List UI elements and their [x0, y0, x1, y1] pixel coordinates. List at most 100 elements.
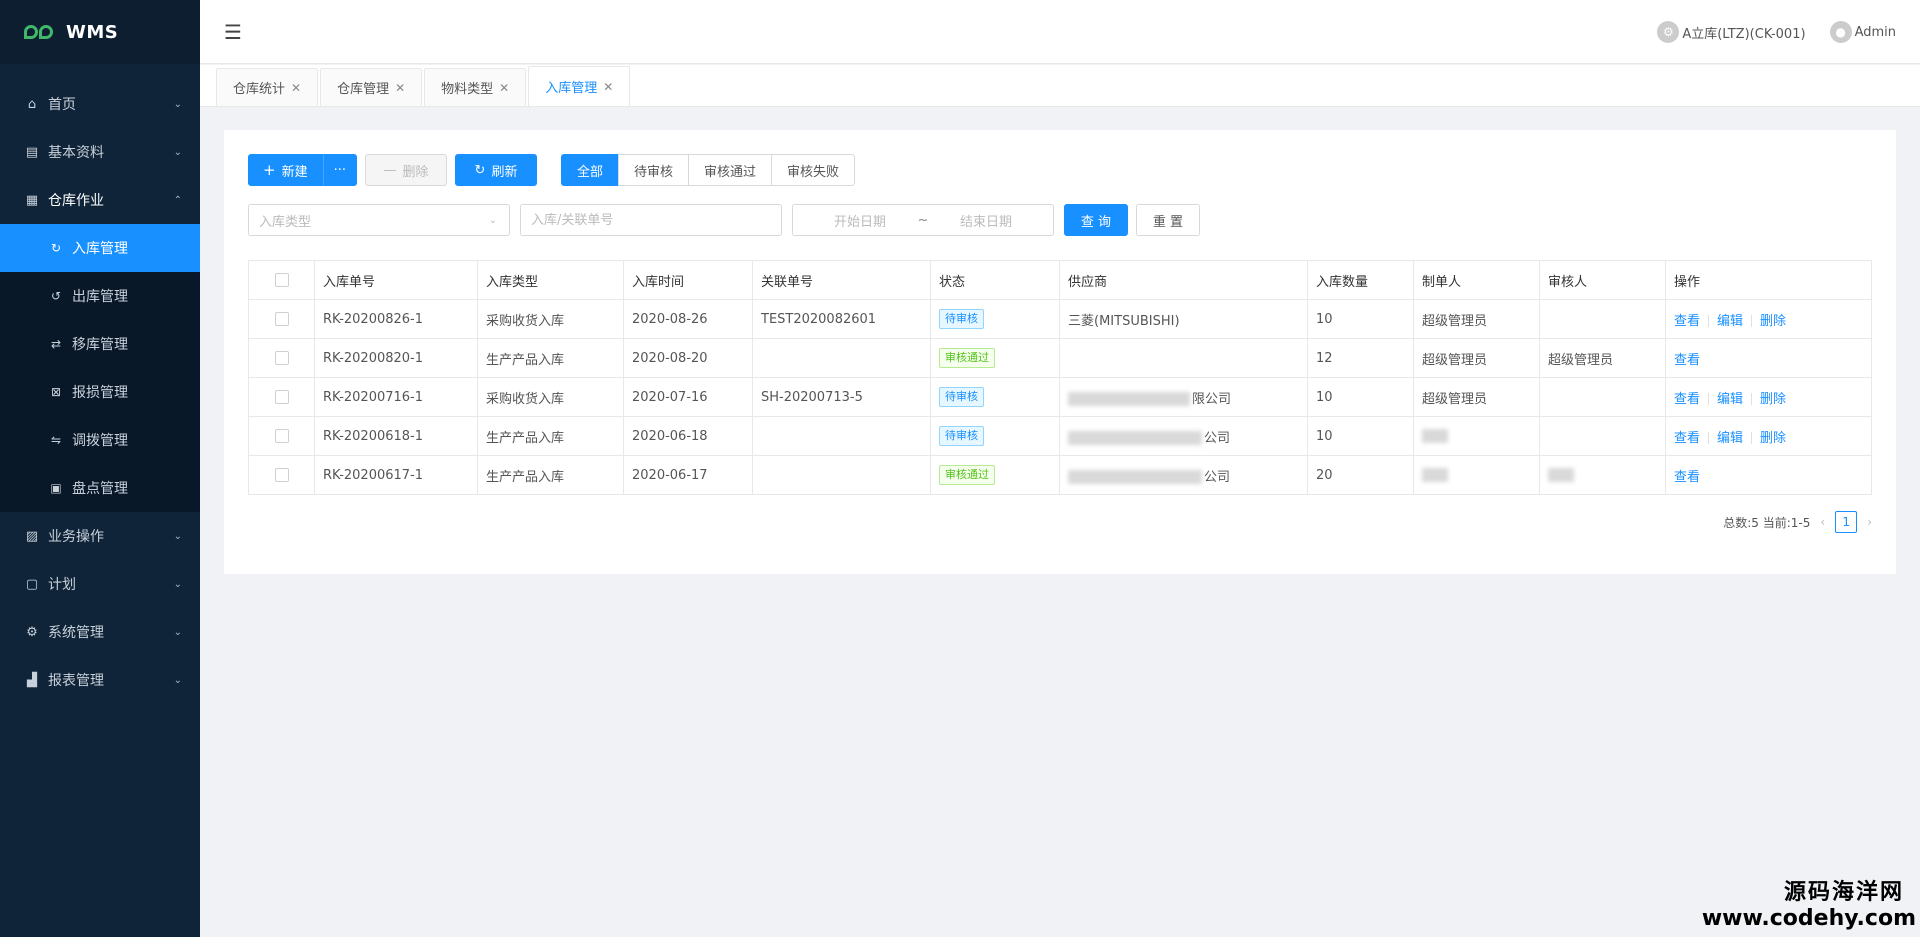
sidebar-item-inventory[interactable]: ▣ 盘点管理	[0, 464, 200, 512]
cell-type: 采购收货入库	[477, 377, 624, 417]
chart-icon: ▟	[27, 672, 37, 688]
menu-collapse-icon[interactable]: ☰	[224, 20, 242, 44]
sidebar-item-label: 基本资料	[48, 145, 104, 161]
refresh-button-label: 刷新	[491, 164, 518, 180]
sidebar-item-transfer[interactable]: ⇄ 移库管理	[0, 320, 200, 368]
sidebar-item-label: 首页	[48, 97, 76, 113]
delete-button[interactable]: — 删除	[365, 154, 447, 186]
damage-icon: ⊠	[50, 385, 62, 399]
close-icon[interactable]: ✕	[603, 80, 613, 94]
page-1-button[interactable]: 1	[1835, 511, 1858, 533]
cell-supplier	[1059, 338, 1308, 378]
tab-material-type[interactable]: 物料类型 ✕	[424, 68, 527, 106]
status-badge: 待审核	[939, 426, 984, 446]
edit-link[interactable]: 编辑	[1717, 392, 1743, 407]
close-icon[interactable]: ✕	[499, 81, 509, 95]
tab-inbound-manage[interactable]: 入库管理 ✕	[528, 66, 631, 106]
sidebar-item-damage[interactable]: ⊠ 报损管理	[0, 368, 200, 416]
inbound-type-select[interactable]: 入库类型 ⌄	[248, 204, 510, 236]
sidebar-item-reports[interactable]: ▟ 报表管理 ⌄	[0, 656, 200, 704]
sidebar-item-basic-data[interactable]: ▤ 基本资料 ⌄	[0, 128, 200, 176]
cell-maker: 超级管理员	[1413, 299, 1540, 339]
row-checkbox[interactable]	[274, 468, 289, 482]
redacted-text	[1068, 392, 1190, 406]
submenu-warehouse-ops: ↻ 入库管理 ↺ 出库管理 ⇄ 移库管理 ⊠ 报损管理 ⇋ 调拨管理 ▣ 盘点管…	[0, 224, 200, 512]
cell-type: 采购收货入库	[477, 299, 624, 339]
sidebar-item-warehouse-ops[interactable]: ▦ 仓库作业 ⌃	[0, 176, 200, 224]
pagination-summary: 总数:5 当前:1-5	[1723, 515, 1811, 530]
row-checkbox[interactable]	[274, 429, 289, 443]
view-link[interactable]: 查看	[1674, 314, 1700, 329]
sidebar-item-allocate[interactable]: ⇋ 调拨管理	[0, 416, 200, 464]
sidebar-item-home[interactable]: ⌂ 首页 ⌄	[0, 80, 200, 128]
cell-maker: 超级管理员	[1413, 338, 1540, 378]
redacted-text	[1422, 468, 1448, 482]
logo[interactable]: WMS	[0, 0, 200, 64]
sidebar-item-label: 计划	[48, 577, 76, 593]
chevron-down-icon: ⌄	[173, 146, 182, 158]
view-link[interactable]: 查看	[1674, 431, 1700, 446]
filter-failed-button[interactable]: 审核失败	[771, 154, 856, 186]
more-button[interactable]: ···	[322, 154, 357, 186]
prev-page-icon[interactable]: ‹	[1820, 515, 1825, 529]
cell-qty: 20	[1307, 455, 1414, 495]
tab-warehouse-stats[interactable]: 仓库统计 ✕	[216, 68, 319, 106]
order-number-input[interactable]	[531, 212, 771, 228]
home-icon: ⌂	[27, 96, 37, 112]
cell-supplier: 限公司	[1059, 377, 1308, 417]
sidebar-item-system[interactable]: ⚙ 系统管理 ⌄	[0, 608, 200, 656]
filter-all-button[interactable]: 全部	[561, 154, 620, 186]
view-link[interactable]: 查看	[1674, 392, 1700, 407]
cell-type: 生产产品入库	[477, 455, 624, 495]
logo-text: WMS	[66, 21, 119, 43]
cell-ops: 查看 编辑 删除	[1665, 299, 1872, 339]
refresh-icon: ↻	[474, 162, 486, 178]
watermark: 源码海洋网 www.codehy.com	[1702, 874, 1916, 931]
delete-link[interactable]: 删除	[1760, 431, 1786, 446]
close-icon[interactable]: ✕	[395, 81, 405, 95]
sidebar-item-outbound[interactable]: ↺ 出库管理	[0, 272, 200, 320]
new-button[interactable]: + 新建	[248, 154, 323, 186]
select-all-checkbox[interactable]	[274, 273, 289, 287]
sidebar-item-plan[interactable]: ▢ 计划 ⌄	[0, 560, 200, 608]
row-checkbox[interactable]	[274, 390, 289, 404]
table-row: RK-20200716-1 采购收货入库 2020-07-16 SH-20200…	[248, 377, 1872, 417]
tab-warehouse-manage[interactable]: 仓库管理 ✕	[320, 68, 423, 106]
date-range-picker[interactable]: 开始日期 ~ 结束日期	[792, 204, 1054, 236]
filter-passed-button[interactable]: 审核通过	[688, 154, 773, 186]
status-badge: 待审核	[939, 309, 984, 329]
view-link[interactable]: 查看	[1674, 470, 1700, 485]
warehouse-switcher[interactable]: ⚙ A立库(LTZ)(CK-001)	[1657, 21, 1806, 43]
chevron-down-icon: ⌄	[488, 214, 497, 226]
minus-icon: —	[383, 162, 397, 178]
query-button[interactable]: 查 询	[1064, 204, 1128, 236]
sidebar-item-label: 仓库作业	[48, 193, 104, 209]
cell-time: 2020-08-26	[623, 299, 753, 339]
filter-pending-button[interactable]: 待审核	[618, 154, 690, 186]
view-link[interactable]: 查看	[1674, 353, 1700, 368]
next-page-icon[interactable]: ›	[1867, 515, 1872, 529]
delete-link[interactable]: 删除	[1760, 392, 1786, 407]
row-select-cell	[248, 299, 315, 339]
cell-ops: 查看	[1665, 338, 1872, 378]
row-checkbox[interactable]	[274, 351, 289, 365]
edit-link[interactable]: 编辑	[1717, 431, 1743, 446]
reset-button[interactable]: 重 置	[1136, 204, 1200, 236]
cell-qty: 10	[1307, 416, 1414, 456]
edit-link[interactable]: 编辑	[1717, 314, 1743, 329]
cell-supplier: 公司	[1059, 416, 1308, 456]
sidebar: WMS ⌂ 首页 ⌄ ▤ 基本资料 ⌄ ▦ 仓库作业 ⌃ ↻ 入库管理 ↺ 出库…	[0, 0, 200, 937]
user-menu[interactable]: ● Admin	[1829, 21, 1896, 43]
sidebar-item-inbound[interactable]: ↻ 入库管理	[0, 224, 200, 272]
order-number-input-wrap	[520, 204, 782, 236]
row-select-cell	[248, 416, 315, 456]
close-icon[interactable]: ✕	[291, 81, 301, 95]
chevron-down-icon: ⌄	[173, 674, 182, 686]
row-checkbox[interactable]	[274, 312, 289, 326]
sidebar-item-business-ops[interactable]: ▨ 业务操作 ⌄	[0, 512, 200, 560]
delete-link[interactable]: 删除	[1760, 314, 1786, 329]
refresh-button[interactable]: ↻ 刷新	[455, 154, 537, 186]
gear-icon: ⚙	[26, 624, 38, 640]
range-separator: ~	[917, 212, 929, 228]
cell-time: 2020-06-17	[623, 455, 753, 495]
